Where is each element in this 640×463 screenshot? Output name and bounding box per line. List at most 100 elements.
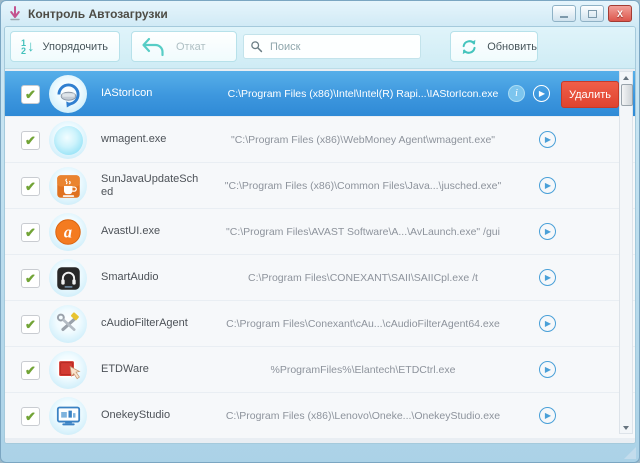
maximize-button[interactable] xyxy=(580,5,604,22)
app-icon-halo xyxy=(49,305,87,343)
window-title: Контроль Автозагрузки xyxy=(28,6,168,21)
scroll-down-icon xyxy=(623,425,629,430)
check-icon: ✔ xyxy=(25,271,36,286)
app-icon-halo xyxy=(49,121,87,159)
info-icon: i xyxy=(515,88,518,99)
svg-text:a: a xyxy=(64,223,72,242)
webmoney-orb-icon xyxy=(53,125,83,155)
maximize-icon xyxy=(587,9,597,18)
enabled-checkbox[interactable]: ✔ xyxy=(21,315,40,334)
app-path: C:\Program Files\Conexant\cAu...\cAudioF… xyxy=(226,317,500,330)
delete-button[interactable]: Удалить xyxy=(561,81,619,108)
app-name: IAStorIcon xyxy=(101,87,153,99)
enabled-checkbox[interactable]: ✔ xyxy=(21,361,40,380)
startup-row-caudiofilteragent[interactable]: ✔ cAudioFilterAgent C:\Program Files\Con… xyxy=(5,301,635,346)
app-icon-halo xyxy=(49,167,87,205)
app-path: %ProgramFiles%\Elantech\ETDCtrl.exe xyxy=(270,363,456,376)
play-icon: ▶ xyxy=(544,180,552,190)
launch-button[interactable]: ▶ xyxy=(533,85,550,102)
sort-numeric-icon: 12 ↓ xyxy=(21,37,35,56)
launch-button[interactable]: ▶ xyxy=(539,131,556,148)
scrollbar-thumb[interactable] xyxy=(621,84,633,106)
app-name: cAudioFilterAgent xyxy=(101,317,188,329)
title-bar[interactable]: Контроль Автозагрузки X xyxy=(1,1,639,26)
sort-button-label: Упорядочить xyxy=(42,40,108,53)
toolbar: 12 ↓ Упорядочить Откат Поиск Обновить xyxy=(5,27,635,69)
play-icon: ▶ xyxy=(544,364,552,374)
app-path: "C:\Program Files (x86)\WebMoney Agent\w… xyxy=(230,133,496,146)
app-icon-halo xyxy=(49,351,87,389)
scroll-down-button[interactable] xyxy=(620,422,632,433)
app-path: "C:\Program Files (x86)\Common Files\Jav… xyxy=(224,179,502,192)
enabled-checkbox[interactable]: ✔ xyxy=(21,223,40,242)
app-icon-halo xyxy=(49,397,87,435)
undo-arrow-icon xyxy=(142,37,164,56)
play-icon: ▶ xyxy=(544,272,552,282)
launch-button[interactable]: ▶ xyxy=(539,361,556,378)
vertical-scrollbar[interactable] xyxy=(619,71,633,434)
intel-rapid-storage-icon xyxy=(56,82,80,107)
smartaudio-headphones-icon xyxy=(56,266,80,290)
startup-control-window: Контроль Автозагрузки X 12 ↓ Упорядочить xyxy=(0,0,640,463)
startup-row-etdware[interactable]: ✔ ETDWare %ProgramFiles%\Elantech\ETDCtr… xyxy=(5,347,635,392)
app-name: OnekeyStudio xyxy=(101,409,171,421)
minimize-button[interactable] xyxy=(552,5,576,22)
search-box[interactable] xyxy=(243,34,421,59)
startup-row-avastui[interactable]: ✔ a AvastUI.exe "C:\Program Files\AVAST … xyxy=(5,209,635,254)
enabled-checkbox[interactable]: ✔ xyxy=(21,131,40,150)
enabled-checkbox[interactable]: ✔ xyxy=(21,269,40,288)
app-name: AvastUI.exe xyxy=(101,225,161,237)
undo-button[interactable]: Откат xyxy=(131,31,237,62)
app-icon-halo: a xyxy=(49,213,87,251)
app-path: C:\Program Files (x86)\Lenovo\Oneke...\O… xyxy=(225,409,501,422)
lenovo-onekey-monitor-icon xyxy=(56,406,80,425)
launch-button[interactable]: ▶ xyxy=(539,315,556,332)
startup-row-onekeystudio[interactable]: ✔ OnekeyStudio C:\Program Files (x86)\Le… xyxy=(5,393,635,438)
startup-items-list: ✔ IAStorIcon C:\Program Files (x86)\Inte… xyxy=(5,69,635,443)
app-download-arrow-icon xyxy=(10,6,20,21)
play-icon: ▶ xyxy=(544,226,552,236)
delete-button-label: Удалить xyxy=(569,88,611,101)
info-button[interactable]: i xyxy=(508,85,525,102)
enabled-checkbox[interactable]: ✔ xyxy=(21,177,40,196)
enabled-checkbox[interactable]: ✔ xyxy=(21,85,40,104)
search-input[interactable] xyxy=(268,39,414,54)
sort-button[interactable]: 12 ↓ Упорядочить xyxy=(10,31,120,62)
refresh-icon xyxy=(462,39,476,54)
check-icon: ✔ xyxy=(25,317,36,332)
check-icon: ✔ xyxy=(25,363,36,378)
content-area: 12 ↓ Упорядочить Откат Поиск Обновить ✔ … xyxy=(4,26,636,444)
play-icon: ▶ xyxy=(544,410,552,420)
window-controls: X xyxy=(552,5,632,22)
app-icon-halo xyxy=(49,75,87,113)
app-path: "C:\Program Files\AVAST Software\A...\Av… xyxy=(226,225,500,238)
refresh-button-label: Обновить xyxy=(487,40,537,53)
startup-row-iastoricon[interactable]: ✔ IAStorIcon C:\Program Files (x86)\Inte… xyxy=(5,71,635,116)
startup-row-sunjavaupdatesched[interactable]: ✔ SunJavaUpdateSched "C:\Program Files (… xyxy=(5,163,635,208)
resize-grip[interactable] xyxy=(624,447,636,459)
search-icon xyxy=(251,41,263,53)
app-icon-halo xyxy=(49,259,87,297)
launch-button[interactable]: ▶ xyxy=(539,269,556,286)
avast-antivirus-icon: a xyxy=(55,219,81,245)
app-name: SmartAudio xyxy=(101,271,159,283)
undo-button-label: Откат xyxy=(176,40,206,53)
check-icon: ✔ xyxy=(25,179,36,194)
play-icon: ▶ xyxy=(538,88,546,98)
startup-row-wmagent[interactable]: ✔ wmagent.exe "C:\Program Files (x86)\We… xyxy=(5,117,635,162)
close-button[interactable]: X xyxy=(608,5,632,22)
enabled-checkbox[interactable]: ✔ xyxy=(21,407,40,426)
refresh-button[interactable]: Обновить xyxy=(450,31,538,62)
elan-touchpad-hand-icon xyxy=(57,359,81,379)
minimize-icon xyxy=(560,15,568,18)
close-icon: X xyxy=(616,8,623,19)
app-name: ETDWare xyxy=(101,363,149,375)
scroll-up-button[interactable] xyxy=(620,72,632,83)
launch-button[interactable]: ▶ xyxy=(539,407,556,424)
startup-row-smartaudio[interactable]: ✔ SmartAudio C:\Program Files\CONEXANT\S… xyxy=(5,255,635,300)
app-name: SunJavaUpdateSched xyxy=(101,172,199,198)
check-icon: ✔ xyxy=(25,225,36,240)
play-icon: ▶ xyxy=(544,318,552,328)
launch-button[interactable]: ▶ xyxy=(539,223,556,240)
launch-button[interactable]: ▶ xyxy=(539,177,556,194)
